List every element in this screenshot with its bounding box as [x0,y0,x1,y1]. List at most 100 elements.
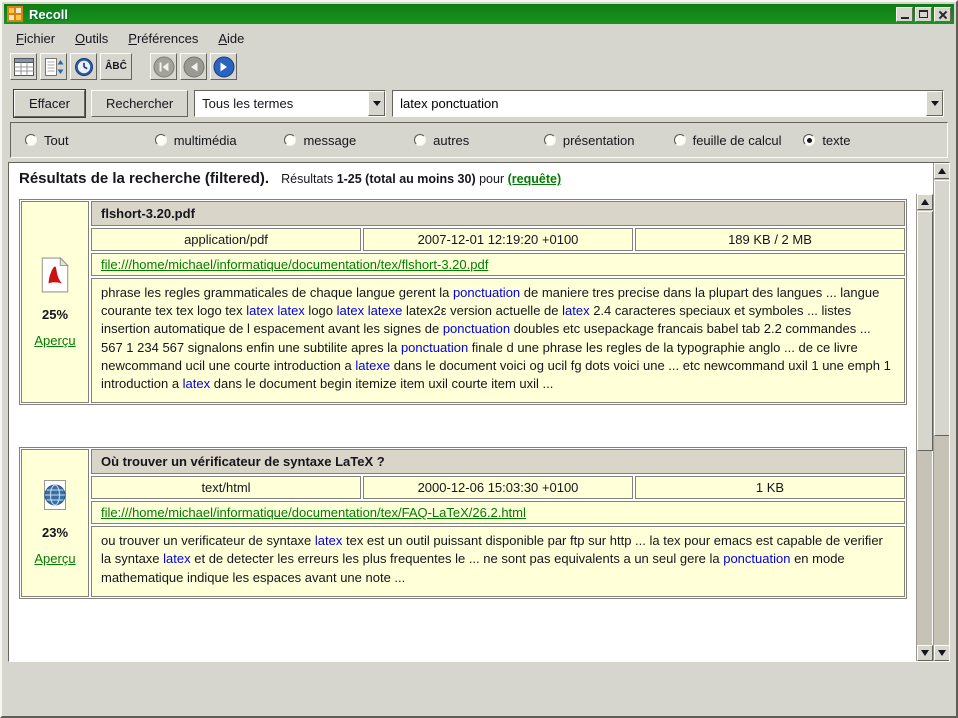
result-entry: 25%Aperçuflshort-3.20.pdfapplication/pdf… [19,199,907,405]
preview-link[interactable]: Aperçu [34,551,75,566]
table-view-icon[interactable] [10,53,37,80]
close-icon [938,10,947,19]
titlebar: Recoll [4,4,954,24]
arrow-up-icon [921,199,929,205]
spellcheck-label: ÂBĈ [105,61,127,72]
chevron-down-icon[interactable] [368,91,385,116]
first-page-icon[interactable] [150,53,177,80]
highlighted-term: latex [562,303,589,318]
radio-icon[interactable] [414,134,426,146]
radio-icon[interactable] [674,134,686,146]
results-title: Résultats de la recherche (filtered). [19,170,269,187]
highlighted-term: ponctuation [453,285,520,300]
arrow-up-icon [938,168,946,174]
result-entry: 23% Aperçu Où trouver un vérificateur de s… [19,447,907,599]
highlighted-term: ponctuation [723,551,790,566]
filter-option-présentation[interactable]: présentation [544,133,674,148]
radio-icon[interactable] [803,134,815,146]
search-button[interactable]: Rechercher [91,90,188,117]
arrow-down-icon [921,650,929,656]
close-button[interactable] [934,7,951,22]
filter-label: feuille de calcul [693,133,782,148]
result-date: 2007-12-01 12:19:20 +0100 [363,228,633,251]
filter-label: texte [822,133,850,148]
result-url-link[interactable]: file:///home/michael/informatique/docume… [101,257,488,272]
result-size: 1 KB [635,476,905,499]
filter-option-message[interactable]: message [284,133,414,148]
scroll-down-button[interactable] [934,645,950,661]
search-mode-value: Tous les termes [195,96,368,111]
result-list: 25%Aperçuflshort-3.20.pdfapplication/pdf… [19,199,907,599]
result-side-panel: 25% Aperçu [21,201,89,403]
result-snippet: ou trouver un verificateur de syntaxe la… [91,526,905,597]
radio-icon[interactable] [155,134,167,146]
results-scrollbar [933,163,949,661]
reslist-scrollbar [916,194,932,661]
menu-item-aide[interactable]: Aide [210,29,252,48]
html-globe-icon [40,479,70,514]
relevance-percent: 25% [42,307,68,322]
highlighted-term: latex latexe [337,303,403,318]
scroll-thumb[interactable] [934,180,950,436]
query-input[interactable] [393,96,926,111]
minimize-icon [901,17,909,19]
spellcheck-icon[interactable]: ÂBĈ [100,53,132,80]
filter-option-multimédia[interactable]: multimédia [155,133,285,148]
menu-item-outils[interactable]: Outils [67,29,116,48]
clear-button[interactable]: Effacer [14,90,85,117]
results-range: 1-25 (total au moins 30) [337,172,476,186]
filter-label: multimédia [174,133,237,148]
filter-label: message [303,133,356,148]
search-bar: Effacer Rechercher Tous les termes [14,90,944,117]
result-url-row: file:///home/michael/informatique/docume… [91,501,905,524]
filter-option-texte[interactable]: texte [803,133,933,148]
result-mime: application/pdf [91,228,361,251]
history-clock-icon[interactable] [70,53,97,80]
result-side-panel: 23% Aperçu [21,449,89,597]
window-controls [896,7,951,22]
scroll-up-button[interactable] [934,163,950,179]
scroll-thumb[interactable] [917,211,933,451]
result-size: 189 KB / 2 MB [635,228,905,251]
sort-by-date-icon[interactable] [40,53,67,80]
minimize-button[interactable] [896,7,913,22]
result-title: Où trouver un vérificateur de syntaxe La… [91,449,905,474]
toolbar: ÂBĈ [2,50,956,83]
search-mode-select[interactable]: Tous les termes [194,90,386,117]
menu-item-préférences[interactable]: Préférences [120,29,206,48]
result-snippet: phrase les regles grammaticales de chaqu… [91,278,905,403]
maximize-icon [919,10,928,18]
highlighted-term: latex [163,551,190,566]
query-details-link[interactable]: (requête) [508,172,561,186]
next-page-icon[interactable] [210,53,237,80]
filter-label: présentation [563,133,635,148]
highlighted-term: ponctuation [401,340,468,355]
results-count-prefix: Résultats [281,172,333,186]
query-combo[interactable] [392,90,944,117]
filter-option-tout[interactable]: Tout [25,133,155,148]
result-url-link[interactable]: file:///home/michael/informatique/docume… [101,505,526,520]
radio-icon[interactable] [284,134,296,146]
relevance-percent: 23% [42,525,68,540]
chevron-down-icon[interactable] [926,91,943,116]
filter-option-autres[interactable]: autres [414,133,544,148]
results-connector: pour [479,172,504,186]
result-mime: text/html [91,476,361,499]
scroll-up-button[interactable] [917,194,933,210]
previous-page-icon[interactable] [180,53,207,80]
result-date: 2000-12-06 15:03:30 +0100 [363,476,633,499]
radio-icon[interactable] [25,134,37,146]
menu-item-fichier[interactable]: Fichier [8,29,63,48]
highlighted-term: latex latex [246,303,305,318]
recoll-window: Recoll FichierOutilsPréférencesAide [0,0,958,718]
highlighted-term: ponctuation [443,321,510,336]
filter-option-feuille-de-calcul[interactable]: feuille de calcul [674,133,804,148]
maximize-button[interactable] [915,7,932,22]
results-pane: Résultats de la recherche (filtered). Rés… [8,162,950,662]
scroll-down-button[interactable] [917,645,933,661]
preview-link[interactable]: Aperçu [34,333,75,348]
pdf-icon [39,257,71,296]
radio-icon[interactable] [544,134,556,146]
highlighted-term: latex [315,533,342,548]
filter-label: autres [433,133,469,148]
